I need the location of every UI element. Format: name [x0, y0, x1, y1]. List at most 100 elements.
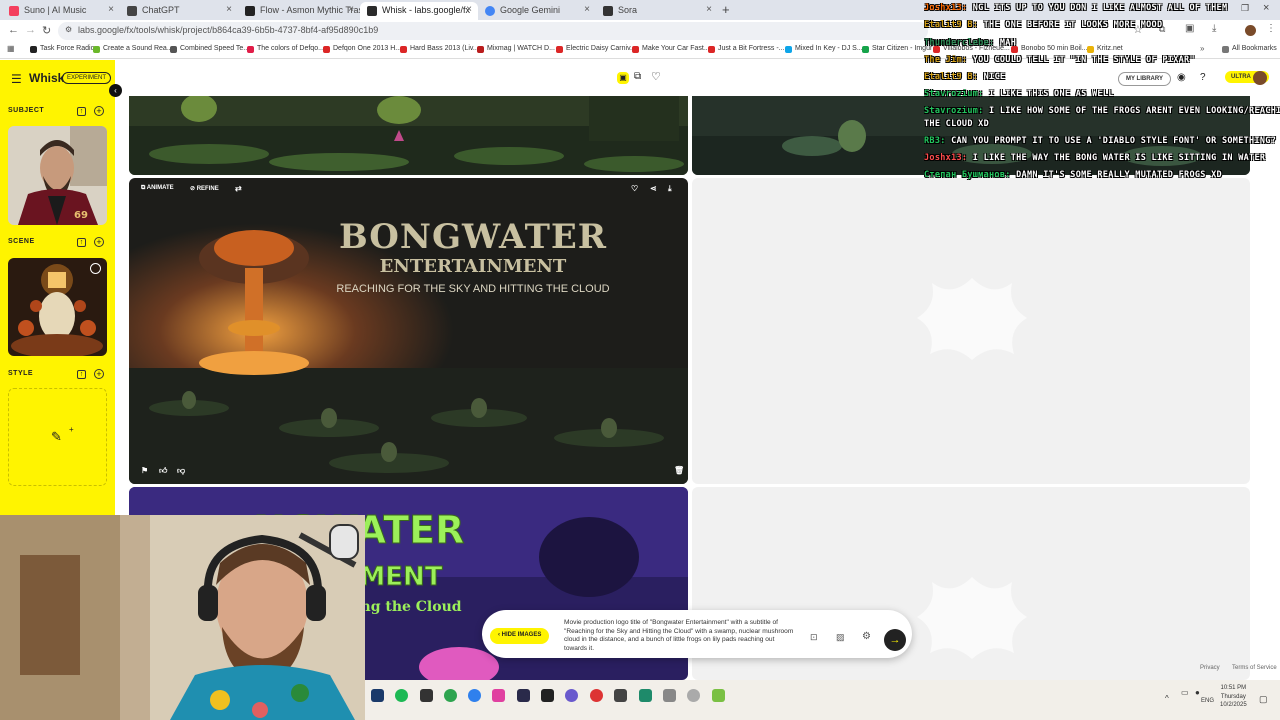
app-icon[interactable]	[565, 689, 578, 702]
tab-chatgpt[interactable]: ChatGPT ×	[120, 2, 238, 20]
result-card-bongwater[interactable]: BONGWATER ENTERTAINMENT REACHING FOR THE…	[129, 178, 688, 484]
bookmark-item[interactable]: Combined Speed Te...	[170, 45, 249, 53]
site-info-icon[interactable]: ⚙	[65, 25, 72, 34]
webcam-overlay	[0, 515, 365, 720]
bookmark-item[interactable]: Mixmag | WATCH D...	[477, 45, 555, 53]
clock-date: 10/2/2025	[1220, 702, 1247, 708]
close-icon[interactable]: ×	[348, 4, 354, 15]
app-icon[interactable]	[420, 689, 433, 702]
scene-thumbnail[interactable]	[8, 258, 107, 356]
battery-icon: ▭	[1181, 688, 1189, 697]
thumbs-up-icon[interactable]: 👍︎	[159, 466, 167, 476]
hamburger-menu-icon[interactable]: ☰	[11, 72, 22, 86]
delete-trash-icon[interactable]: 🗑︎	[674, 466, 684, 475]
tab-flow[interactable]: Flow - Asmon Mythic Trash ×	[238, 2, 360, 20]
bookmark-item[interactable]: Electric Daisy Carniv...	[556, 45, 636, 53]
bookmark-item[interactable]: Task Force Radio	[30, 45, 94, 53]
bookmark-item[interactable]: Hard Bass 2013 (Liv...	[400, 45, 479, 53]
terms-link[interactable]: Terms of Service	[1232, 665, 1277, 671]
bookmark-item[interactable]: Mixed In Key - DJ S...	[785, 45, 863, 53]
app-icon[interactable]	[687, 689, 700, 702]
apps-grid-icon[interactable]: ▦	[7, 44, 15, 53]
style-dropzone[interactable]: ✎ +	[8, 388, 107, 486]
sparkle-plus-icon: +	[69, 425, 74, 434]
chat-text: THE ONE BEFORE IT LOOKS MORE MOOD	[983, 20, 1163, 30]
close-icon[interactable]: ×	[226, 4, 232, 15]
collapse-sidebar-button[interactable]: ‹	[109, 84, 122, 97]
scene-select-circle[interactable]	[90, 263, 101, 274]
video-view-icon[interactable]: ⧉	[634, 71, 641, 82]
download-icon[interactable]: ⤓	[668, 184, 672, 194]
edit-icon[interactable]: ⇄	[235, 184, 242, 193]
steam-icon[interactable]	[371, 689, 384, 702]
bookmark-item[interactable]: Create a Sound Rea...	[93, 45, 173, 53]
bookmark-item[interactable]: Defqon One 2013 H...	[323, 45, 401, 53]
app-icon[interactable]	[663, 689, 676, 702]
url-field[interactable]: ⚙ labs.google/fx/tools/whisk/project/b86…	[58, 22, 928, 40]
aspect-ratio-icon[interactable]: ⊡	[810, 632, 818, 643]
prompt-input[interactable]: Movie production logo title of "Bongwate…	[564, 619, 796, 653]
close-icon[interactable]: ×	[584, 4, 590, 15]
app-icon[interactable]	[444, 689, 457, 702]
back-arrow-icon[interactable]: ←	[8, 24, 19, 36]
bookmark-item[interactable]: Star Citizen - Imgur	[862, 45, 932, 53]
app-icon[interactable]	[517, 689, 530, 702]
app-icon[interactable]	[492, 689, 505, 702]
tab-gemini[interactable]: Google Gemini ×	[478, 2, 596, 20]
chrome-icon[interactable]	[590, 689, 603, 702]
submit-arrow-button[interactable]: →	[884, 629, 906, 651]
bookmark-item[interactable]: The colors of Defqo...	[247, 45, 324, 53]
hide-images-button[interactable]: ‹ HIDE IMAGES	[490, 628, 550, 644]
subject-thumbnail[interactable]: 69	[8, 126, 107, 225]
chat-message: Etalit9 B: THE ONE BEFORE IT LOOKS MORE …	[924, 20, 1280, 30]
app-icon[interactable]	[639, 689, 652, 702]
image-upload-icon[interactable]: ▨	[836, 632, 845, 643]
refine-label: REFINE	[196, 186, 219, 192]
close-icon[interactable]: ×	[466, 4, 472, 15]
tab-label: Whisk - labs.google/fx	[382, 5, 471, 15]
privacy-link[interactable]: Privacy	[1200, 665, 1220, 671]
subject-upload-icon[interactable]: ↑	[77, 107, 86, 116]
bookmark-item[interactable]: Just a Bit Fortress -...	[708, 45, 785, 53]
bookmark-favicon-icon	[93, 46, 100, 53]
app-icon[interactable]	[541, 689, 554, 702]
tab-label: ChatGPT	[142, 5, 180, 15]
notification-icon[interactable]: ▢	[1259, 694, 1268, 705]
favorite-heart-icon[interactable]: ♡	[631, 184, 638, 193]
close-icon[interactable]: ×	[706, 4, 712, 15]
flag-icon[interactable]: ⚑	[141, 466, 148, 475]
app-icon[interactable]	[712, 689, 725, 702]
tab-sora[interactable]: Sora ×	[596, 2, 718, 20]
favorites-heart-icon[interactable]: ♡	[651, 70, 661, 83]
scene-upload-icon[interactable]: ↑	[77, 238, 86, 247]
brand-logo: Whisk	[29, 71, 65, 85]
style-upload-icon[interactable]: ↑	[77, 370, 86, 379]
bookmark-item[interactable]: Make Your Car Fast...	[632, 45, 710, 53]
app-icon[interactable]	[468, 689, 481, 702]
image-view-icon[interactable]: ▣	[617, 72, 629, 84]
forward-arrow-icon[interactable]: →	[25, 24, 36, 36]
poster-title: BONGWATER	[339, 217, 607, 257]
subject-add-icon[interactable]: +	[94, 106, 104, 116]
url-text: labs.google/fx/tools/whisk/project/b864c…	[78, 25, 379, 35]
tray-chevron-icon[interactable]: ^	[1165, 694, 1169, 703]
reload-icon[interactable]: ↻	[42, 24, 51, 37]
new-tab-button[interactable]: +	[722, 2, 730, 17]
tab-suno[interactable]: Suno | AI Music ×	[2, 2, 120, 20]
language-indicator[interactable]: ENG	[1201, 698, 1214, 704]
taskbar-clock[interactable]: 10:51 PM Thursday 10/2/2025	[1220, 684, 1247, 710]
refine-button[interactable]: ⊘ REFINE	[190, 185, 219, 192]
animate-button[interactable]: ⧉ ANIMATE	[141, 185, 174, 192]
result-card[interactable]	[129, 96, 688, 175]
poster-subtitle: ENTERTAINMENT	[380, 256, 567, 277]
close-icon[interactable]: ×	[108, 4, 114, 15]
app-icon[interactable]	[614, 689, 627, 702]
settings-sliders-icon[interactable]: ⚙	[862, 631, 871, 642]
tab-whisk[interactable]: Whisk - labs.google/fx ×	[360, 2, 478, 20]
spotify-icon[interactable]	[395, 689, 408, 702]
style-add-icon[interactable]: +	[94, 369, 104, 379]
chat-text: MAH	[999, 38, 1017, 48]
scene-add-icon[interactable]: +	[94, 237, 104, 247]
share-icon[interactable]: ⋖	[650, 184, 657, 193]
thumbs-down-icon[interactable]: 👎︎	[177, 466, 185, 476]
